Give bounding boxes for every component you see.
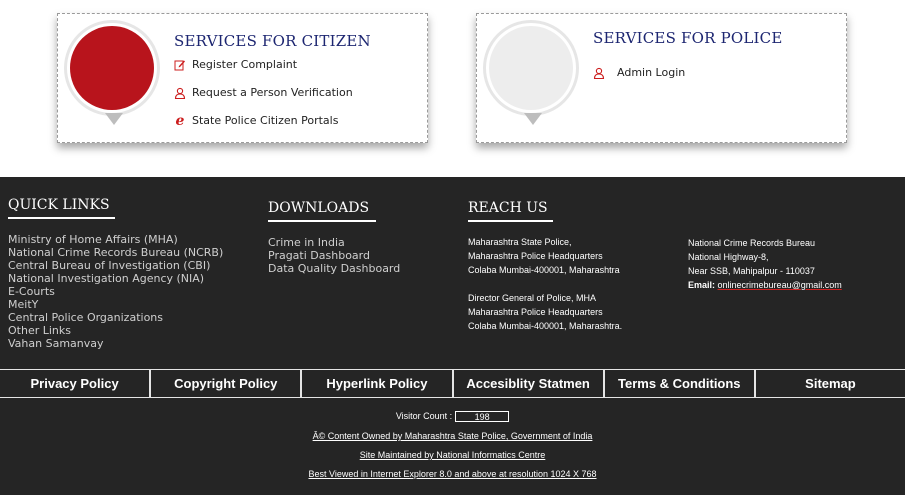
user-icon	[174, 87, 186, 99]
terms-conditions-link[interactable]: Terms & Conditions	[602, 370, 754, 397]
site-maintained-line: Site Maintained by National Informatics …	[0, 450, 905, 460]
citizen-services-title: SERVICES FOR CITIZEN	[174, 32, 371, 50]
quick-link-vahan[interactable]: Vahan Samanvay	[8, 337, 223, 350]
police-speech-bubble-graphic	[483, 20, 579, 125]
email-link[interactable]: onlinecrimebureau@gmail.com	[718, 280, 842, 290]
copyright-policy-link[interactable]: Copyright Policy	[149, 370, 300, 397]
citizen-speech-bubble-graphic	[64, 20, 160, 125]
quick-links-heading: QUICK LINKS	[8, 197, 115, 219]
address-state-police: Maharashtra State Police, Maharashtra Po…	[468, 237, 620, 275]
register-complaint-label: Register Complaint	[192, 58, 298, 71]
sitemap-link[interactable]: Sitemap	[753, 370, 905, 397]
citizen-portals-link[interactable]: e State Police Citizen Portals	[174, 112, 339, 129]
quick-link-nia[interactable]: National Investigation Agency (NIA)	[8, 272, 223, 285]
download-pragati-dashboard[interactable]: Pragati Dashboard	[268, 249, 400, 262]
register-complaint-link[interactable]: Register Complaint	[174, 58, 297, 71]
user-icon	[593, 67, 605, 79]
visitor-count-label: Visitor Count :	[395, 411, 453, 421]
accessibility-statement-link[interactable]: Accesiblity Statmen	[451, 370, 603, 397]
quick-link-mha[interactable]: Ministry of Home Affairs (MHA)	[8, 233, 223, 246]
site-maintained-link[interactable]: Site Maintained by National Informatics …	[360, 450, 546, 460]
email-label: Email:	[688, 280, 716, 290]
content-owned-line: Â© Content Owned by Maharashtra State Po…	[0, 431, 905, 441]
visitor-count-value: 198	[455, 411, 510, 423]
quick-link-cpo[interactable]: Central Police Organizations	[8, 311, 223, 324]
admin-login-link[interactable]: Admin Login	[593, 66, 685, 79]
best-viewed-link[interactable]: Best Viewed in Internet Explorer 8.0 and…	[308, 469, 596, 479]
reach-us-heading: REACH US	[468, 200, 553, 222]
hyperlink-policy-link[interactable]: Hyperlink Policy	[300, 370, 451, 397]
best-viewed-line: Best Viewed in Internet Explorer 8.0 and…	[0, 469, 905, 479]
person-verification-link[interactable]: Request a Person Verification	[174, 86, 353, 99]
quick-link-ncrb[interactable]: National Crime Records Bureau (NCRB)	[8, 246, 223, 259]
admin-login-label: Admin Login	[617, 66, 686, 79]
police-services-title: SERVICES FOR POLICE	[593, 29, 783, 47]
content-owned-link[interactable]: Â© Content Owned by Maharashtra State Po…	[313, 431, 593, 441]
download-crime-in-india[interactable]: Crime in India	[268, 236, 400, 249]
downloads-list: Crime in India Pragati Dashboard Data Qu…	[268, 236, 400, 275]
internet-explorer-icon: e	[175, 112, 185, 129]
privacy-policy-link[interactable]: Privacy Policy	[0, 370, 149, 397]
address-ncrb: National Crime Records Bureau National H…	[688, 238, 842, 290]
visitor-counter: Visitor Count :198	[0, 411, 905, 423]
citizen-services-card: SERVICES FOR CITIZEN Register Complaint …	[57, 13, 428, 143]
download-data-quality-dashboard[interactable]: Data Quality Dashboard	[268, 262, 400, 275]
quick-link-meity[interactable]: MeitY	[8, 298, 223, 311]
quick-link-cbi[interactable]: Central Bureau of Investigation (CBI)	[8, 259, 223, 272]
quick-links-list: Ministry of Home Affairs (MHA) National …	[8, 233, 223, 350]
site-footer: QUICK LINKS Ministry of Home Affairs (MH…	[0, 177, 905, 495]
person-verification-label: Request a Person Verification	[192, 86, 353, 99]
edit-icon	[174, 59, 186, 71]
police-services-card: SERVICES FOR POLICE Admin Login	[476, 13, 847, 143]
quick-link-other[interactable]: Other Links	[8, 324, 223, 337]
address-dgp: Director General of Police, MHA Maharash…	[468, 293, 623, 331]
downloads-heading: DOWNLOADS	[268, 200, 376, 222]
quick-link-ecourts[interactable]: E-Courts	[8, 285, 223, 298]
citizen-portals-label: State Police Citizen Portals	[192, 114, 339, 127]
policy-nav-bar: Privacy Policy Copyright Policy Hyperlin…	[0, 369, 905, 398]
